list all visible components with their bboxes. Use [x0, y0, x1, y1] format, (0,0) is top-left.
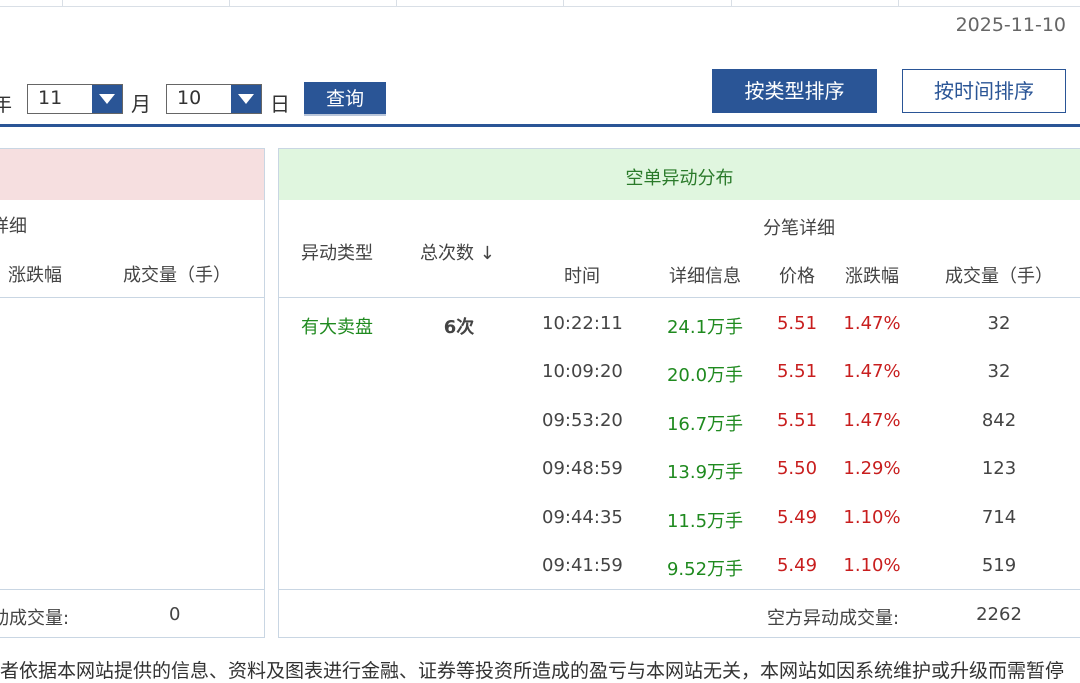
footer-label: 动成交量:: [0, 608, 70, 629]
row-time: 09:48:59: [542, 458, 623, 479]
row-change: 1.47%: [843, 410, 901, 431]
header-divider: [279, 297, 1080, 298]
row-info: 16.7万手: [666, 414, 744, 435]
table-row: 09:48:59 13.9万手 5.50 1.29% 123: [279, 458, 1080, 506]
month-value: 11: [38, 87, 63, 109]
row-time: 10:09:20: [542, 361, 623, 382]
row-volume: 842: [981, 410, 1017, 431]
row-change: 1.29%: [843, 458, 901, 479]
row-price: 5.49: [776, 507, 818, 528]
short-order-panel: 空单异动分布 异动类型 总次数 ↓ 分笔详细 时间 详细信息 价格 涨跌幅 成交…: [278, 148, 1080, 638]
top-table-edge: [0, 0, 1080, 7]
row-volume: 123: [981, 458, 1017, 479]
chevron-down-icon[interactable]: [231, 85, 261, 113]
row-change: 1.47%: [843, 313, 901, 334]
row-change: 1.47%: [843, 361, 901, 382]
footer-value: 2262: [976, 604, 1022, 625]
col-volume: 成交量（手）: [945, 266, 1053, 287]
row-info: 9.52万手: [666, 559, 744, 580]
month-label: 月: [131, 92, 151, 116]
table-row: 10:09:20 20.0万手 5.51 1.47% 32: [279, 361, 1080, 409]
panel-header: [0, 149, 264, 200]
month-select[interactable]: 11: [27, 84, 123, 114]
row-price: 5.51: [776, 410, 818, 431]
sort-by-time-button[interactable]: 按时间排序: [902, 69, 1066, 113]
current-date: 2025-11-10: [955, 14, 1066, 36]
footer-divider: [279, 589, 1080, 590]
row-time: 09:41:59: [542, 555, 623, 576]
table-row: 09:41:59 9.52万手 5.49 1.10% 519: [279, 555, 1080, 603]
row-change: 1.10%: [843, 555, 901, 576]
chevron-down-icon[interactable]: [92, 85, 122, 113]
panel-title: 空单异动分布: [625, 168, 734, 189]
col-info: 详细信息: [669, 266, 741, 287]
long-order-panel: 详细 涨跌幅 成交量（手） 动成交量: 0: [0, 148, 265, 638]
row-volume: 519: [981, 555, 1017, 576]
col-time: 时间: [564, 266, 600, 287]
col-volume: 成交量（手）: [123, 265, 231, 286]
sort-down-icon[interactable]: ↓: [480, 243, 495, 264]
row-time: 09:44:35: [542, 507, 623, 528]
col-price: 价格: [779, 266, 815, 287]
footer-label: 空方异动成交量:: [767, 608, 900, 629]
row-price: 5.51: [776, 313, 818, 334]
footer-divider: [0, 589, 264, 590]
col-change: 涨跌幅: [845, 266, 899, 287]
day-select[interactable]: 10: [166, 84, 262, 114]
divider: [0, 124, 1080, 127]
table-row: 09:44:35 11.5万手 5.49 1.10% 714: [279, 507, 1080, 555]
row-info: 13.9万手: [666, 462, 744, 483]
row-price: 5.50: [776, 458, 818, 479]
row-volume: 714: [981, 507, 1017, 528]
sort-by-type-button[interactable]: 按类型排序: [712, 69, 877, 113]
day-label: 日: [270, 92, 290, 116]
footer-value: 0: [169, 604, 181, 625]
detail-group-header: 分笔详细: [763, 218, 835, 239]
row-change: 1.10%: [843, 507, 901, 528]
header-divider: [0, 297, 264, 298]
row-info: 11.5万手: [666, 511, 744, 532]
col-count-header[interactable]: 总次数 ↓: [420, 239, 495, 265]
query-button[interactable]: 查询: [304, 82, 386, 116]
table-row: 10:22:11 24.1万手 5.51 1.47% 32: [279, 313, 1080, 361]
row-price: 5.51: [776, 361, 818, 382]
col-type: 异动类型: [301, 243, 373, 264]
col-count: 总次数: [420, 243, 474, 264]
row-volume: 32: [987, 313, 1011, 334]
row-time: 09:53:20: [542, 410, 623, 431]
col-change: 涨跌幅: [8, 265, 62, 286]
detail-header: 详细: [0, 216, 27, 237]
day-value: 10: [177, 87, 202, 109]
row-info: 24.1万手: [666, 317, 744, 338]
row-price: 5.49: [776, 555, 818, 576]
panel-header: 空单异动分布: [279, 149, 1080, 200]
year-label: 年: [0, 92, 12, 116]
row-volume: 32: [987, 361, 1011, 382]
disclaimer-text: 者依据本网站提供的信息、资料及图表进行金融、证券等投资所造成的盈亏与本网站无关，…: [0, 660, 1065, 682]
row-info: 20.0万手: [666, 365, 744, 386]
row-time: 10:22:11: [542, 313, 623, 334]
table-row: 09:53:20 16.7万手 5.51 1.47% 842: [279, 410, 1080, 458]
